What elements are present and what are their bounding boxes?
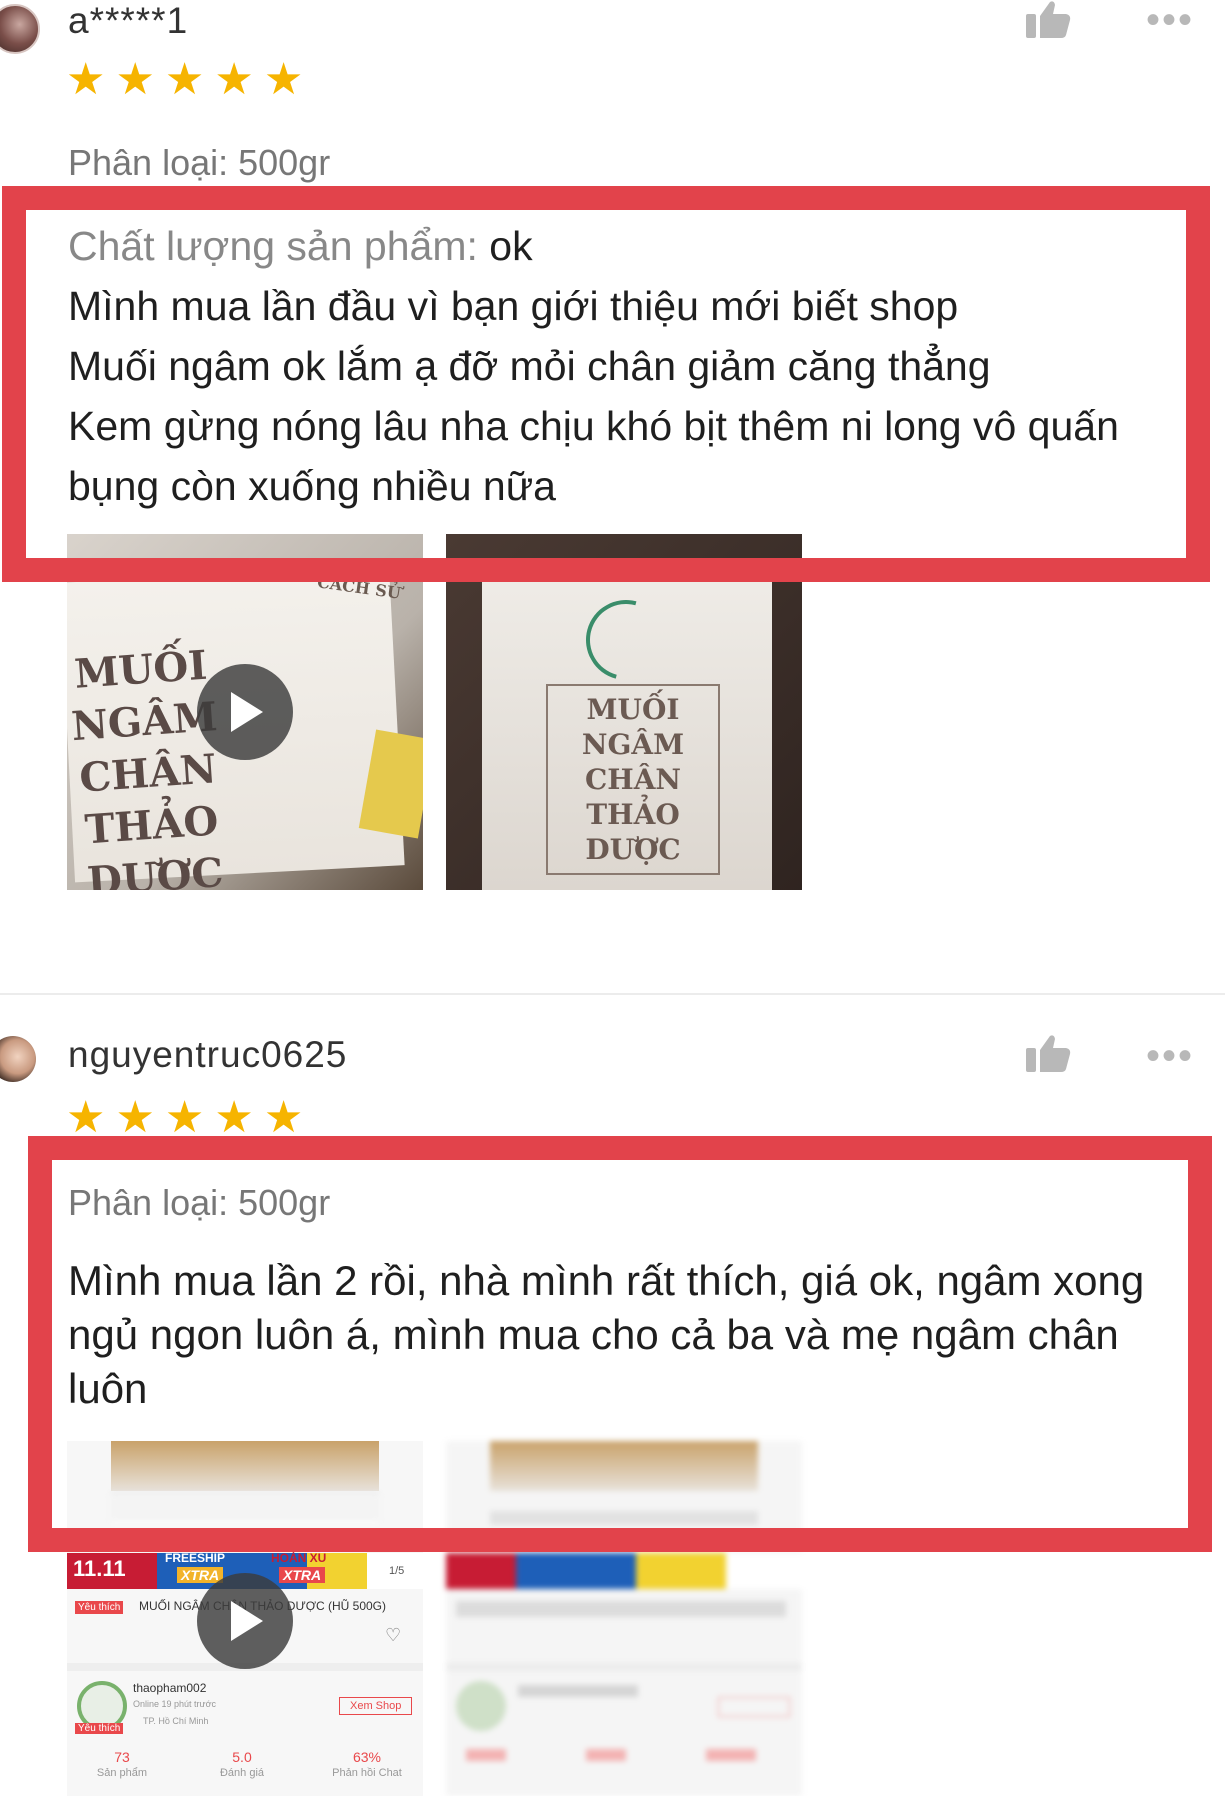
star-icon: ★ <box>263 1093 304 1142</box>
star-icon: ★ <box>115 55 155 104</box>
play-button-icon[interactable] <box>197 1573 293 1669</box>
review-line: Mình mua lần đầu vì bạn giới thiệu mới b… <box>68 283 959 329</box>
quality-line: Chất lượng sản phẩm: ok <box>68 216 1198 276</box>
star-rating: ★ ★ ★ ★ ★ <box>66 1096 303 1140</box>
review-video-thumbnail[interactable]: 11.11 FREESHIP XTRA HOÀN XU XTRA 1/5 Yêu… <box>67 1441 423 1796</box>
star-icon: ★ <box>214 1093 254 1142</box>
review-line: bụng còn xuống nhiều nữa <box>68 463 556 509</box>
review-video-thumbnail[interactable]: MUỐI NGÂM CHÂN THẢO DƯỢC CÁCH SỬ <box>67 534 423 890</box>
play-button-icon[interactable] <box>197 664 293 760</box>
star-icon: ★ <box>66 1093 106 1142</box>
review-line: Kem gừng nóng lâu nha chịu khó bịt thêm … <box>68 403 1119 449</box>
promo-badge: 11.11 <box>73 1556 126 1581</box>
review-text: Chất lượng sản phẩm: ok Mình mua lần đầu… <box>68 216 1198 516</box>
divider <box>0 993 1225 995</box>
star-icon: ★ <box>164 55 205 104</box>
star-icon: ★ <box>214 55 254 104</box>
reviewer-username: a*****1 <box>68 0 189 41</box>
quality-label: Chất lượng sản phẩm: <box>68 223 478 269</box>
star-icon: ★ <box>115 1093 155 1142</box>
star-rating: ★ ★ ★ ★ ★ <box>66 58 303 102</box>
avatar[interactable] <box>0 4 40 54</box>
jar-text: MUỐI NGÂM CHÂN THẢO DƯỢC <box>546 684 720 875</box>
more-options-icon[interactable]: ••• <box>1146 1036 1194 1076</box>
reviewer-username: nguyentruc0625 <box>68 1034 348 1075</box>
quality-value: ok <box>489 223 533 269</box>
variant-label: Phân loại: 500gr <box>68 142 331 183</box>
thumbs-up-icon[interactable] <box>1026 0 1072 45</box>
thumbs-up-icon[interactable] <box>1026 1034 1072 1079</box>
avatar[interactable] <box>0 1036 36 1082</box>
star-icon: ★ <box>164 1093 205 1142</box>
jar-text: MUỐI NGÂM CHÂN THẢO DƯỢC <box>69 641 225 890</box>
star-icon: ★ <box>263 55 304 104</box>
variant-label: Phân loại: 500gr <box>68 1182 331 1223</box>
heart-icon: ♡ <box>385 1625 402 1645</box>
star-icon: ★ <box>66 55 106 104</box>
review-image-thumbnail[interactable] <box>446 1441 802 1796</box>
review-image-thumbnail[interactable]: MUỐI NGÂM CHÂN THẢO DƯỢC <box>446 534 802 890</box>
review-text: Mình mua lần 2 rồi, nhà mình rất thích, … <box>68 1257 1145 1412</box>
shop-name: thaopham002 <box>133 1681 207 1695</box>
view-shop-button: Xem Shop <box>339 1697 413 1715</box>
review-line: Muối ngâm ok lắm ạ đỡ mỏi chân giảm căng… <box>68 343 991 389</box>
more-options-icon[interactable]: ••• <box>1146 0 1194 40</box>
